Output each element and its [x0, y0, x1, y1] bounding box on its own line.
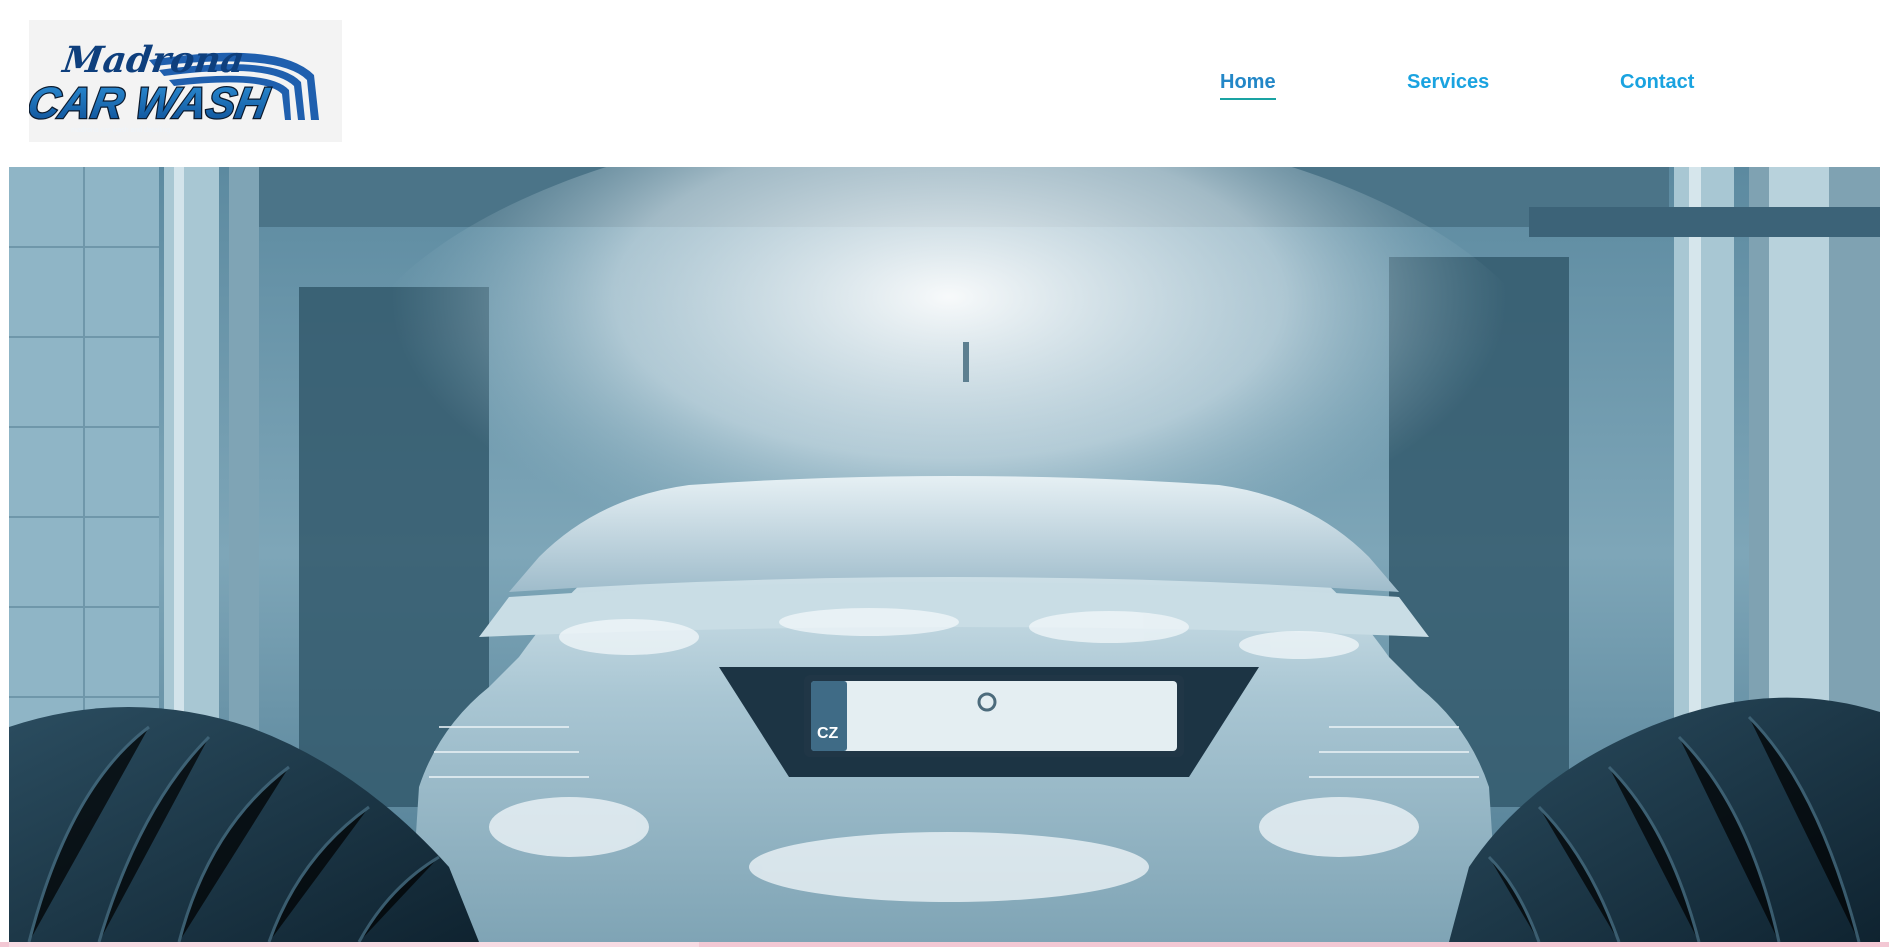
license-plate-country: CZ: [817, 725, 839, 742]
nav-link-contact[interactable]: Contact: [1620, 70, 1694, 94]
nav-link-home[interactable]: Home: [1220, 70, 1276, 100]
page-bottom-strip-highlight: [9, 942, 699, 947]
page-bottom-strip: [0, 942, 1889, 947]
hero-banner: CZ: [9, 167, 1880, 942]
main-nav: Home Services Contact: [0, 70, 1889, 110]
hero-car-wash-image: CZ: [9, 167, 1880, 942]
logo-tagline-text: madrona car wash and detailing: [71, 127, 170, 134]
page: Madrona CAR WASH madrona car wash and de…: [0, 0, 1889, 947]
nav-link-services[interactable]: Services: [1407, 70, 1489, 94]
site-header: Madrona CAR WASH madrona car wash and de…: [0, 0, 1889, 167]
